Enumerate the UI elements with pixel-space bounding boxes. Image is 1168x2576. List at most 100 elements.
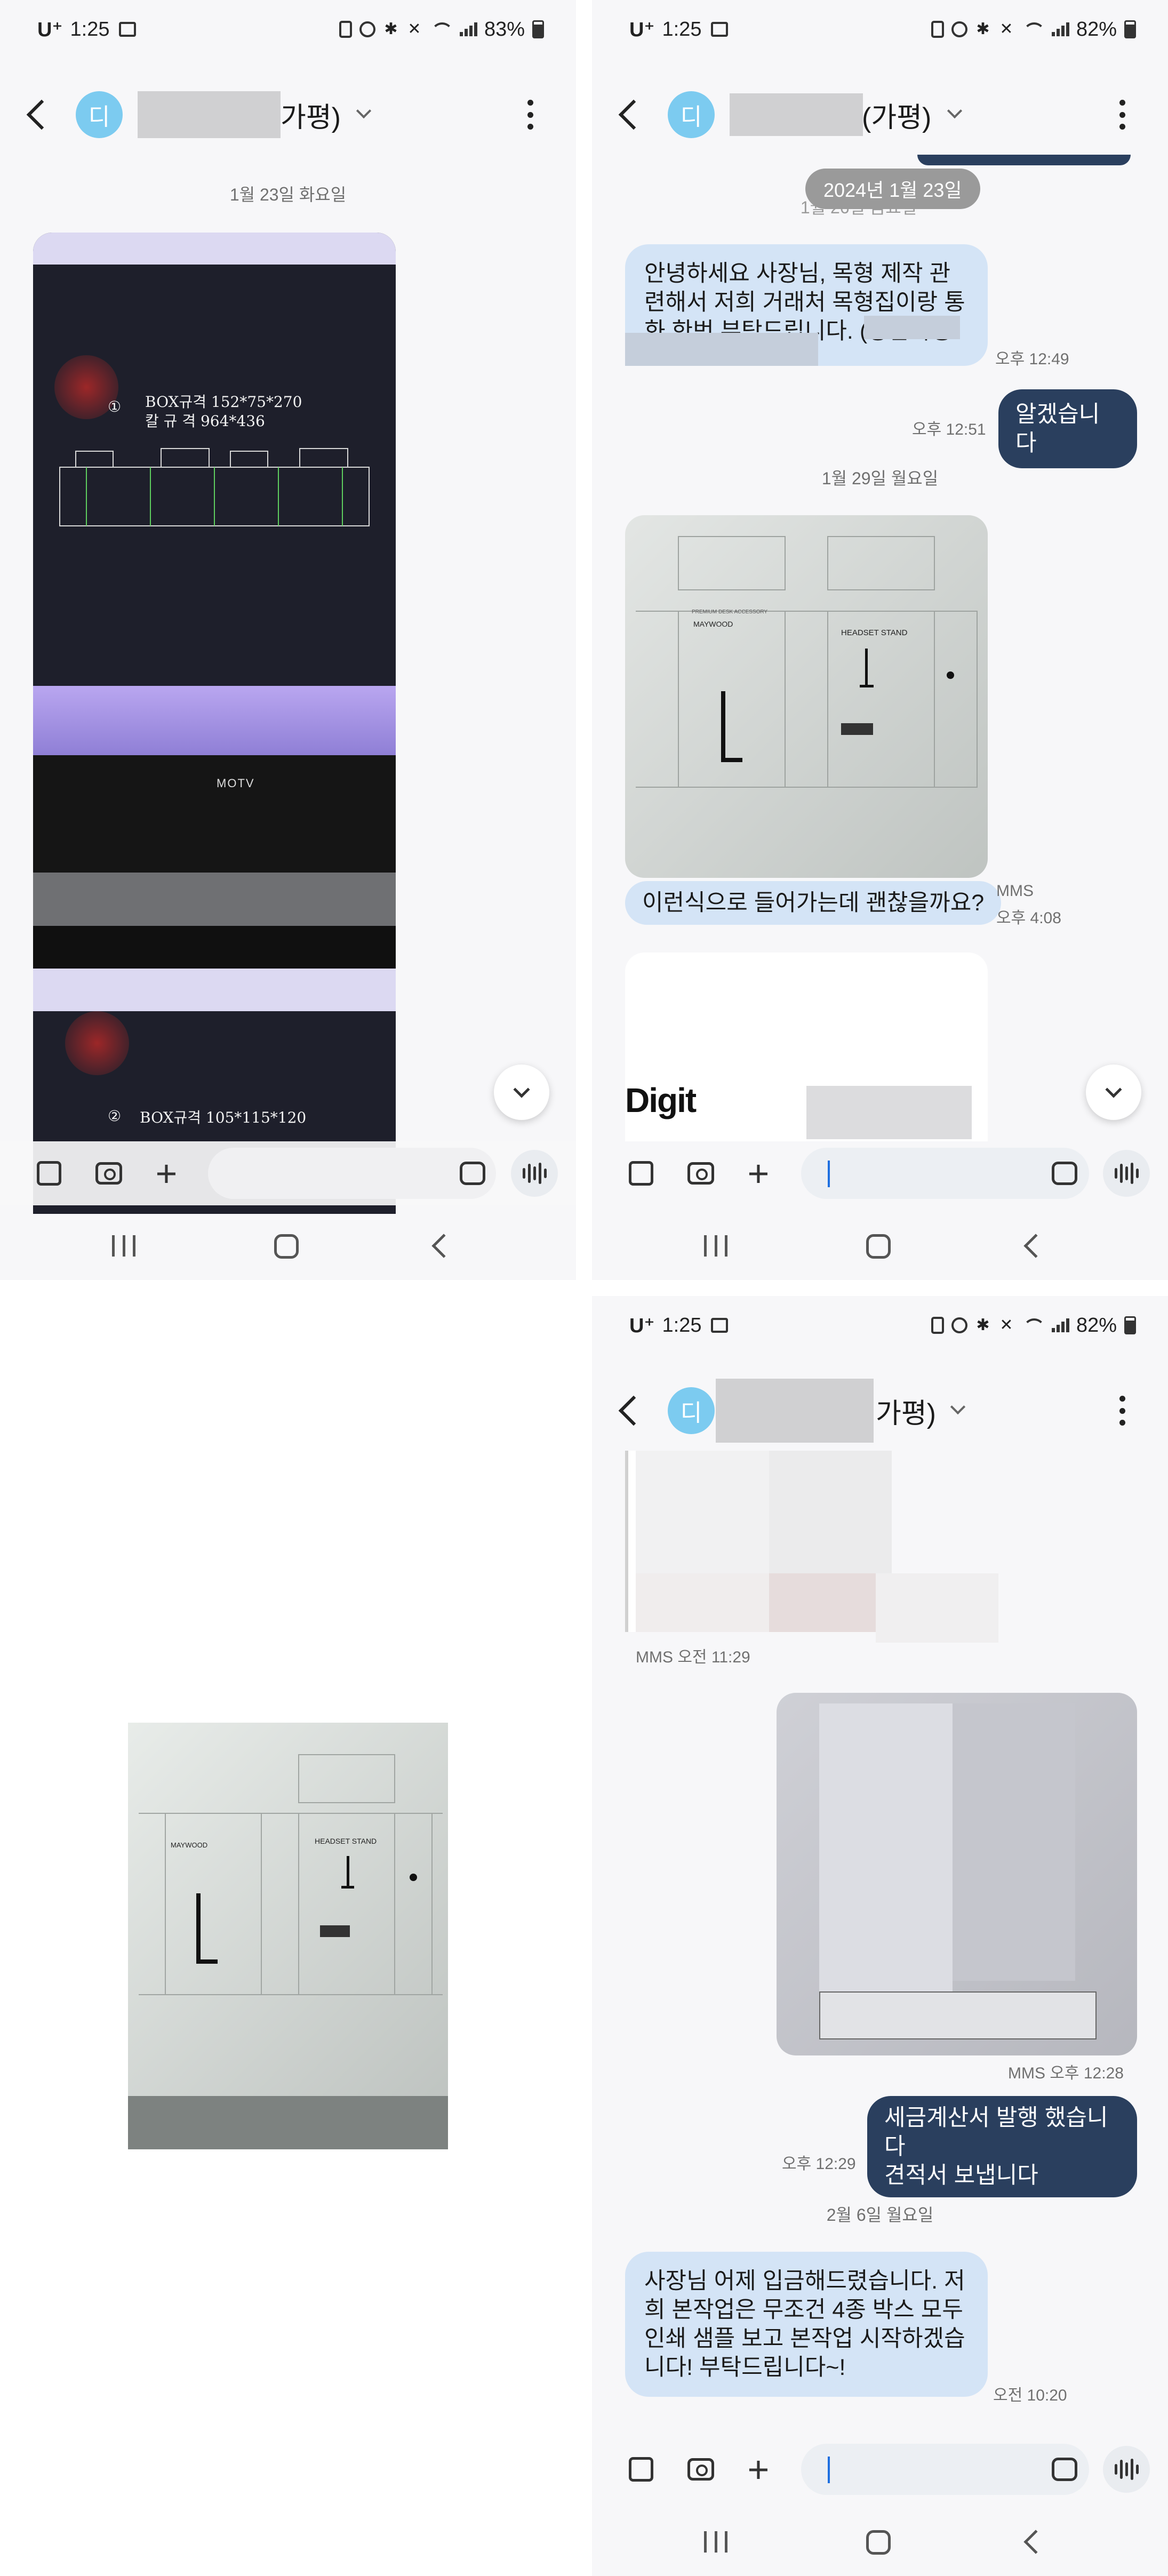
monitor-screen-edge <box>33 686 396 755</box>
image-attachment-cad[interactable]: ① BOX규격 152*75*270 칼 규 격 964*436 MOTV ② … <box>33 233 396 1214</box>
home-button[interactable] <box>866 2530 891 2555</box>
system-back-button[interactable] <box>431 1234 456 1258</box>
more-options-icon[interactable] <box>1119 1396 1125 1426</box>
contact-name[interactable]: (가평) <box>862 95 931 135</box>
battery-icon <box>1124 20 1136 38</box>
redacted-text-2 <box>864 316 960 339</box>
plus-icon: + <box>155 1153 178 1194</box>
battery-saver-icon <box>931 1317 944 1334</box>
battery-icon <box>1124 1316 1136 1334</box>
message-input[interactable] <box>801 1148 1089 1199</box>
emoji-icon[interactable] <box>1052 2458 1077 2481</box>
previous-outgoing-bubble-edge <box>917 155 1131 165</box>
bluetooth-icon: ✱ <box>976 20 990 38</box>
text-cursor <box>828 1161 830 1187</box>
battery-percent: 83% <box>484 18 525 41</box>
image-attachment-invoice-photo[interactable] <box>777 1693 1137 2055</box>
gallery-button[interactable] <box>32 1156 66 1190</box>
recent-apps-button[interactable] <box>704 2531 727 2553</box>
status-bar: U⁺ 1:25 ✱ ✕ 83% <box>0 0 576 59</box>
full-image[interactable]: MAYWOOD HEADSET STAND <box>128 1723 448 2149</box>
attach-button[interactable]: + <box>741 1155 775 1192</box>
redacted-text <box>625 333 818 366</box>
more-options-icon[interactable] <box>1119 100 1125 130</box>
camera-button[interactable] <box>92 1156 126 1190</box>
gallery-button[interactable] <box>624 2452 658 2486</box>
gallery-notification-icon <box>711 22 729 37</box>
back-icon[interactable] <box>618 99 649 130</box>
attach-button[interactable]: + <box>741 2449 775 2490</box>
avatar[interactable]: 디 <box>668 1387 715 1434</box>
system-back-button[interactable] <box>1023 1234 1048 1258</box>
message-type-label: MMS <box>996 882 1034 900</box>
attach-button[interactable]: + <box>149 1153 183 1194</box>
conversation-header: 디 (가평) <box>592 75 1168 155</box>
voice-record-button[interactable] <box>511 1150 558 1197</box>
plus-icon: + <box>747 2449 770 2490</box>
outgoing-message[interactable]: 세금계산서 발행 했습니다 견적서 보냅니다 <box>867 2096 1137 2197</box>
gallery-notification-icon <box>119 22 137 37</box>
camera-button[interactable] <box>684 2452 718 2486</box>
bluetooth-icon: ✱ <box>976 1316 990 1334</box>
chevron-down-icon[interactable] <box>947 103 963 119</box>
redacted-image-area <box>876 1573 998 1643</box>
voice-record-button[interactable] <box>1103 1150 1150 1197</box>
message-composer: + <box>592 2437 1168 2501</box>
monitor-brand-label: MOTV <box>217 777 255 790</box>
home-button[interactable] <box>274 1234 299 1259</box>
monitor-bezel: MOTV <box>33 755 396 873</box>
back-icon[interactable] <box>618 1395 649 1426</box>
chevron-down-icon[interactable] <box>356 103 372 119</box>
photo-subtitle-text: PREMIUM DESK ACCESSORY <box>692 609 768 615</box>
message-input[interactable] <box>208 1148 496 1199</box>
cad-box-spec: BOX규격 152*75*270 <box>145 393 302 411</box>
outgoing-message-line-1: 세금계산서 발행 했습니다 <box>884 2105 1108 2159</box>
image-attachment-redacted[interactable] <box>625 1451 892 1632</box>
contact-name[interactable]: 가평) <box>876 1391 936 1431</box>
battery-icon <box>532 20 544 38</box>
battery-percent: 82% <box>1076 18 1117 41</box>
image-attachment-dieline-photo[interactable]: MAYWOOD PREMIUM DESK ACCESSORY HEADSET S… <box>625 515 988 878</box>
system-back-button[interactable] <box>1023 2530 1048 2554</box>
emoji-icon[interactable] <box>460 1162 485 1185</box>
scroll-to-bottom-button[interactable] <box>1086 1065 1141 1120</box>
camera-button[interactable] <box>684 1156 718 1190</box>
clock: 1:25 <box>70 18 110 41</box>
avatar[interactable]: 디 <box>668 91 715 138</box>
incoming-message[interactable]: 사장님 어제 입금해드렸습니다. 저희 본작업은 무조건 4종 박스 모두 인쇄… <box>625 2252 988 2397</box>
incoming-message[interactable]: 이런식으로 들어가는데 괜찮을까요? <box>625 881 1002 925</box>
home-button[interactable] <box>866 1234 891 1259</box>
text-cursor <box>828 2457 830 2483</box>
message-input[interactable] <box>801 2444 1089 2495</box>
avatar[interactable]: 디 <box>76 91 123 138</box>
date-separator: 2월 6일 월요일 <box>826 2205 934 2225</box>
message-time: 오후 12:49 <box>995 350 1069 368</box>
gallery-icon <box>37 1161 61 1186</box>
emoji-icon[interactable] <box>1052 1162 1077 1185</box>
more-options-icon[interactable] <box>527 100 533 130</box>
monitor-stand <box>33 873 396 926</box>
logo-text: Digit <box>625 1081 697 1119</box>
outgoing-message[interactable]: 알겠습니다 <box>998 389 1137 468</box>
message-time: 오후 4:08 <box>996 909 1061 927</box>
recent-apps-button[interactable] <box>112 1235 135 1257</box>
gallery-button[interactable] <box>624 1156 658 1190</box>
cad-toolbar-2 <box>33 969 396 1011</box>
screen-1: U⁺ 1:25 ✱ ✕ 83% 디 가평) 1월 23일 화요일 ① BOX규격… <box>0 0 576 1280</box>
voice-record-button[interactable] <box>1103 2446 1150 2493</box>
date-separator: 1월 29일 월요일 <box>821 469 939 488</box>
camera-icon <box>687 1162 714 1185</box>
alarm-icon <box>951 21 967 37</box>
mute-icon: ✕ <box>407 20 421 38</box>
scroll-to-bottom-button[interactable] <box>494 1065 549 1120</box>
chevron-down-icon <box>1105 1081 1122 1098</box>
back-icon[interactable] <box>26 99 57 130</box>
clock: 1:25 <box>662 18 702 41</box>
photo-title-text: HEADSET STAND <box>315 1837 377 1845</box>
recent-apps-button[interactable] <box>704 1235 727 1257</box>
signal-icon <box>1051 21 1069 37</box>
message-composer: + <box>592 1141 1168 1205</box>
contact-name[interactable]: 가평) <box>281 95 341 135</box>
redacted-contact-name <box>730 93 863 136</box>
chevron-down-icon[interactable] <box>950 1399 966 1415</box>
